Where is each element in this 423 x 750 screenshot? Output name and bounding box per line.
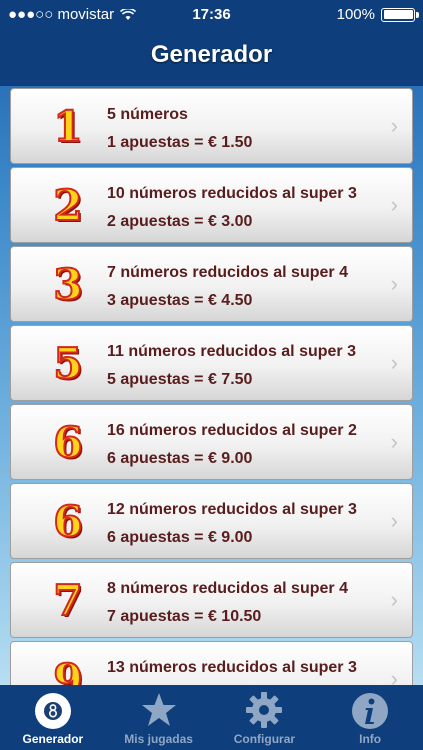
tab-info[interactable]: Info xyxy=(317,685,423,750)
tab-configurar[interactable]: Configurar xyxy=(212,685,318,750)
chevron-right-icon: › xyxy=(390,192,398,217)
tab-label: Mis jugadas xyxy=(124,732,193,746)
item-title: 13 números reducidos al super 3 xyxy=(107,659,357,676)
battery-info: 100% xyxy=(336,6,419,23)
item-title: 7 números reducidos al super 4 xyxy=(107,264,348,281)
item-title: 16 números reducidos al super 2 xyxy=(107,422,357,439)
item-price: 2 apuestas = € 3.00 xyxy=(107,213,253,230)
gear-icon xyxy=(246,692,283,728)
list-item[interactable]: 7 8 números reducidos al super 4 7 apues… xyxy=(10,562,413,638)
tab-label: Info xyxy=(359,732,382,746)
item-price: 3 apuestas = € 4.50 xyxy=(107,292,253,309)
nav-bar: Generador xyxy=(0,30,423,86)
list-item[interactable]: 2 10 números reducidos al super 3 2 apue… xyxy=(10,167,413,243)
combination-list[interactable]: 1 5 números 1 apuestas = € 1.50 › 2 10 n… xyxy=(0,86,423,685)
item-price: 7 apuestas = € 10.50 xyxy=(107,608,262,625)
item-title: 10 números reducidos al super 3 xyxy=(107,185,357,202)
list-item[interactable]: 6 12 números reducidos al super 3 6 apue… xyxy=(10,483,413,559)
status-bar: ●●●○○ movistar 17:36 100% xyxy=(0,0,423,30)
item-price: 6 apuestas = € 9.00 xyxy=(107,450,253,467)
item-title: 8 números reducidos al super 4 xyxy=(107,580,348,597)
chevron-right-icon: › xyxy=(390,508,398,533)
number-badge: 6 xyxy=(52,417,83,468)
battery-percent: 100% xyxy=(336,6,375,23)
list-item[interactable]: 9 13 números reducidos al super 3 › xyxy=(10,641,413,685)
tab-label: Configurar xyxy=(233,732,296,746)
tab-mis-jugadas[interactable]: Mis jugadas xyxy=(106,685,212,750)
info-icon xyxy=(352,693,389,729)
item-price: 6 apuestas = € 9.00 xyxy=(107,529,253,546)
number-badge: 6 xyxy=(52,496,83,547)
chevron-right-icon: › xyxy=(390,271,398,296)
item-title: 12 números reducidos al super 3 xyxy=(107,501,357,518)
chevron-right-icon: › xyxy=(390,429,398,454)
number-badge: 2 xyxy=(52,180,83,231)
item-title: 11 números reducidos al super 3 xyxy=(107,343,356,360)
number-badge: 5 xyxy=(52,338,83,389)
star-icon xyxy=(141,693,176,726)
battery-icon xyxy=(381,7,419,22)
tab-bar: Generador Mis jugadas Configurar Info xyxy=(0,685,423,750)
list-item[interactable]: 3 7 números reducidos al super 4 3 apues… xyxy=(10,246,413,322)
item-price: 1 apuestas = € 1.50 xyxy=(107,134,253,151)
number-badge: 7 xyxy=(52,575,83,626)
chevron-right-icon: › xyxy=(390,587,398,612)
chevron-right-icon: › xyxy=(390,350,398,375)
list-item[interactable]: 1 5 números 1 apuestas = € 1.50 › xyxy=(10,88,413,164)
item-price: 5 apuestas = € 7.50 xyxy=(107,371,253,388)
tab-generador[interactable]: Generador xyxy=(0,685,106,750)
page-title: Generador xyxy=(150,41,273,68)
tab-label: Generador xyxy=(22,732,84,746)
number-badge: 3 xyxy=(52,259,83,310)
chevron-right-icon: › xyxy=(390,666,398,685)
chevron-right-icon: › xyxy=(390,113,398,138)
number-badge: 1 xyxy=(52,101,83,152)
number-badge: 9 xyxy=(52,654,83,686)
ball-8-icon xyxy=(34,693,71,729)
list-item[interactable]: 5 11 números reducidos al super 3 5 apue… xyxy=(10,325,413,401)
item-title: 5 números xyxy=(107,106,188,123)
list-item[interactable]: 6 16 números reducidos al super 2 6 apue… xyxy=(10,404,413,480)
